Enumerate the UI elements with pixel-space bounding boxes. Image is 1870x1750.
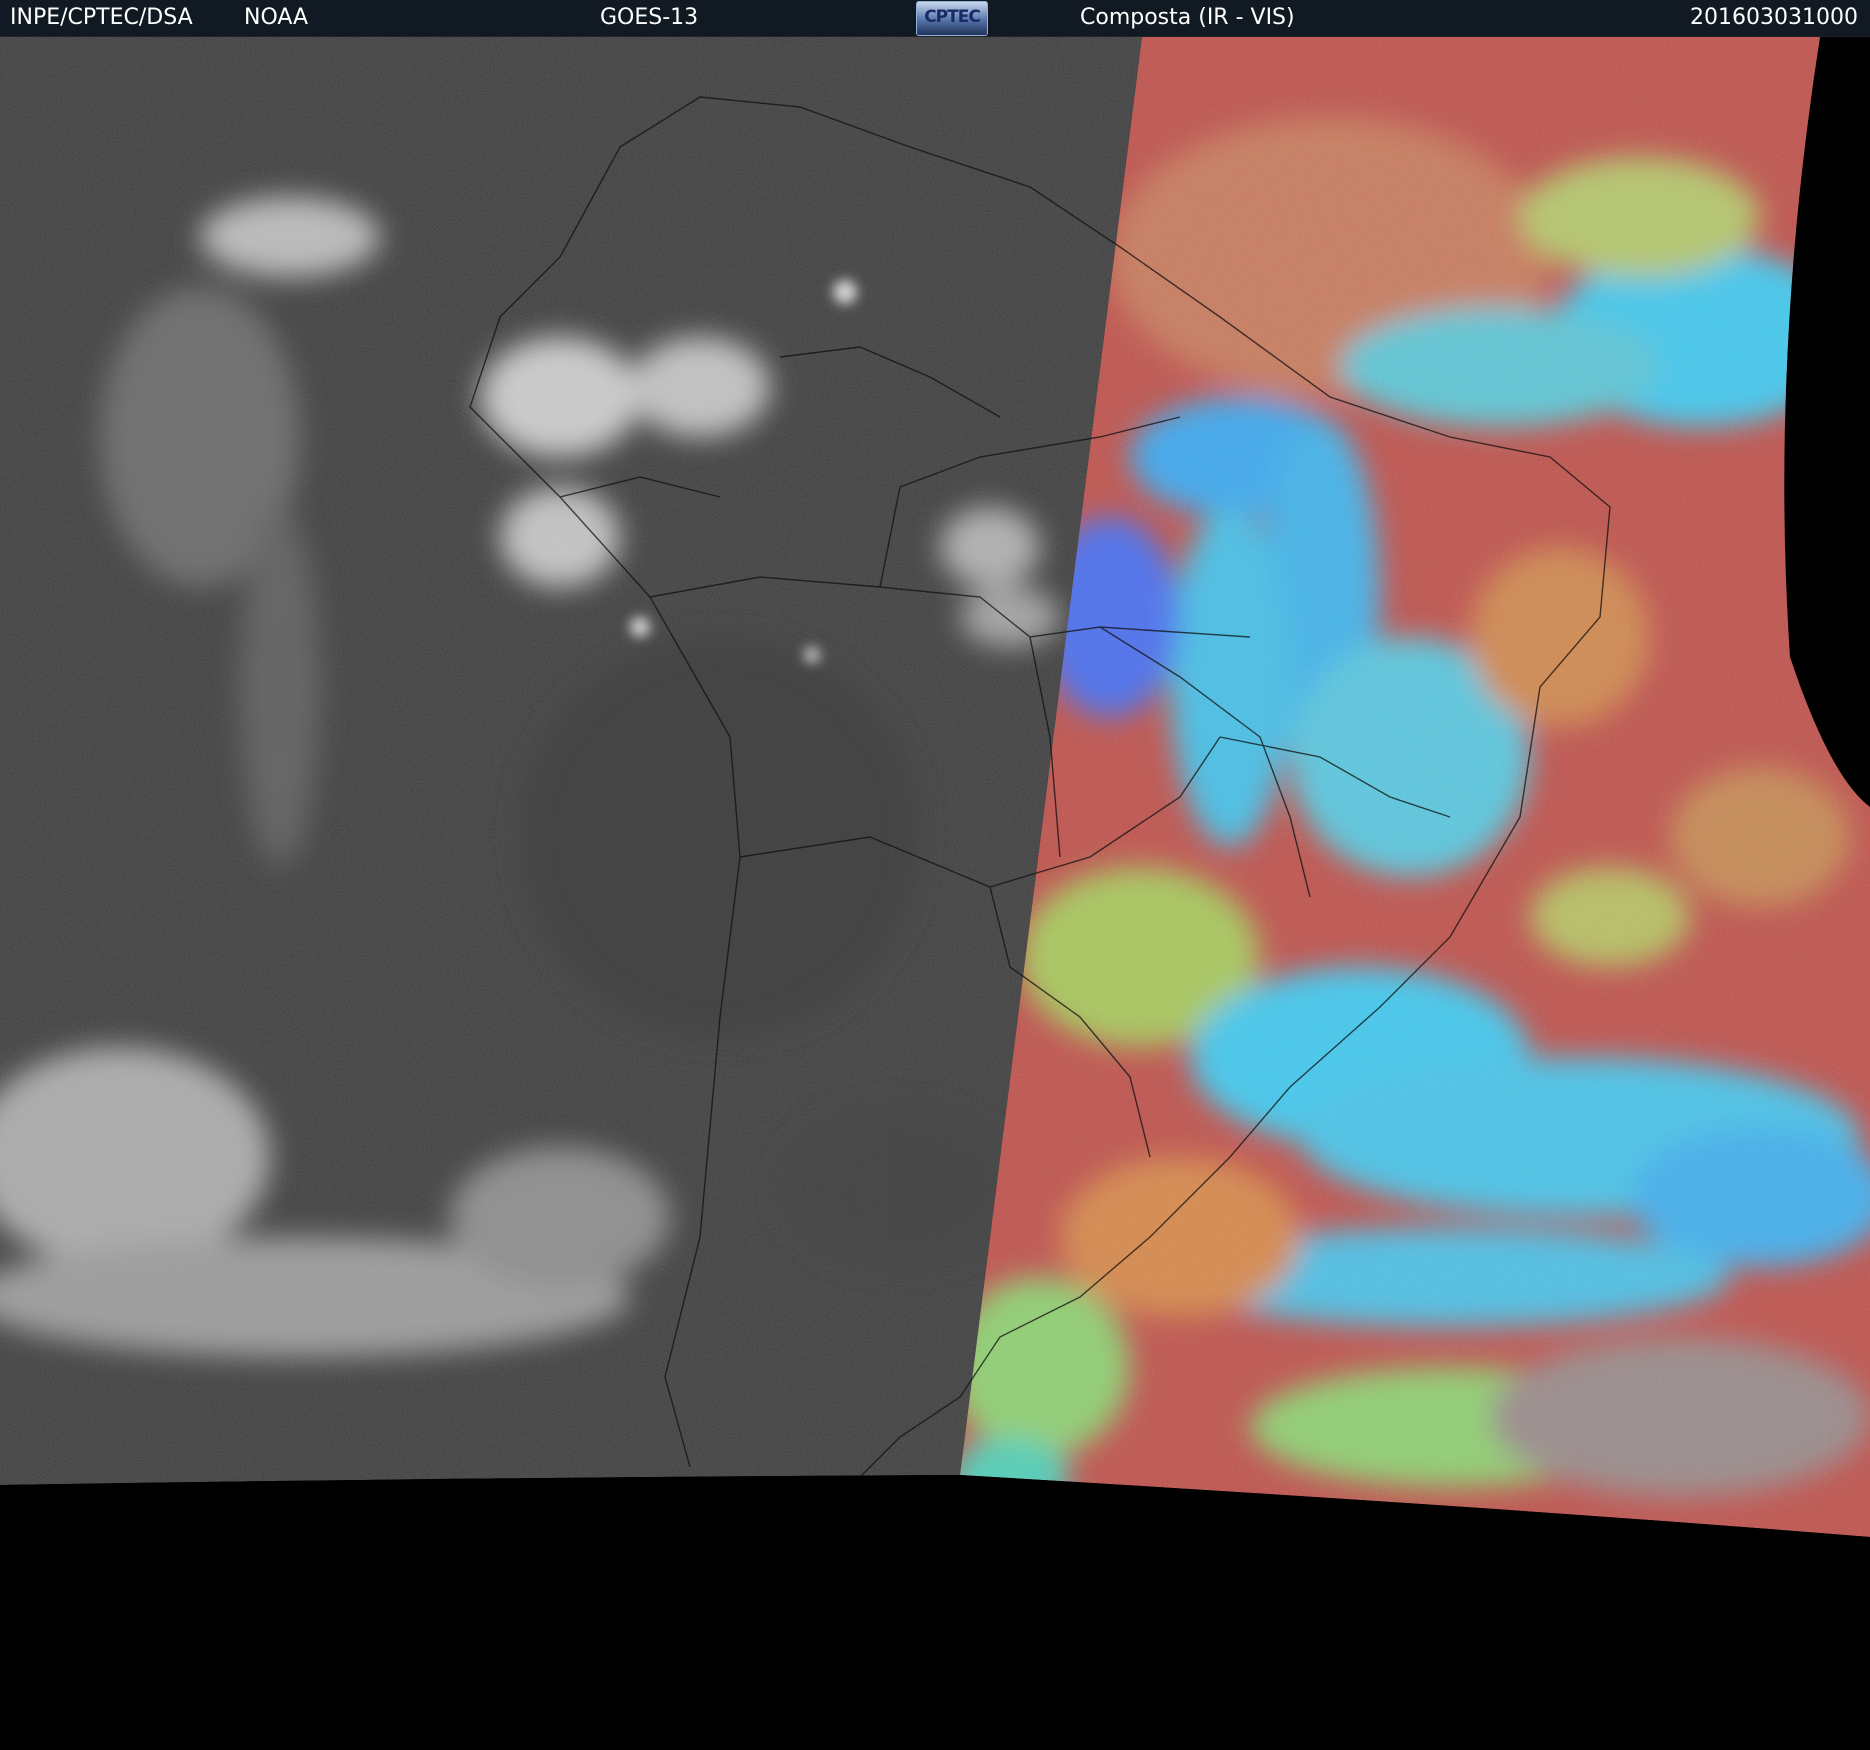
organization-label: INPE/CPTEC/DSA xyxy=(10,5,193,30)
product-label: Composta (IR - VIS) xyxy=(1080,5,1295,30)
cptec-logo-text: CPTEC xyxy=(924,7,981,27)
agency-label: NOAA xyxy=(244,5,309,30)
satellite-imagery xyxy=(0,37,1870,1750)
satellite-label: GOES-13 xyxy=(600,5,699,30)
timestamp-label: 201603031000 xyxy=(1690,5,1858,30)
image-header-bar: INPE/CPTEC/DSA NOAA GOES-13 CPTEC Compos… xyxy=(0,0,1870,37)
cptec-logo: CPTEC xyxy=(916,1,988,36)
satellite-composite-svg xyxy=(0,37,1870,1750)
